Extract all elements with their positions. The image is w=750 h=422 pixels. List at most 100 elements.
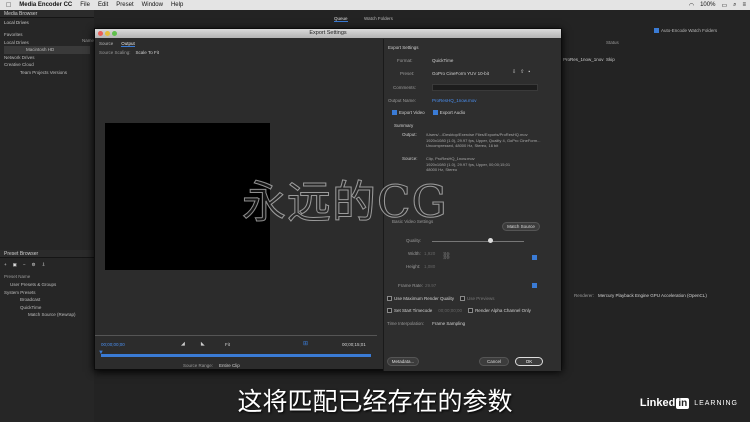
use-previews-label: Use Previews <box>467 296 495 301</box>
menu-file[interactable]: File <box>80 2 90 8</box>
export-settings-header[interactable]: Export Settings <box>388 45 419 50</box>
apple-icon[interactable]:  <box>6 2 11 9</box>
source-summary-label: Source: <box>402 156 418 161</box>
mark-in-icon[interactable]: ◢ <box>181 341 185 347</box>
preset-browser-title: Preset Browser <box>0 250 94 258</box>
start-timecode-checkbox[interactable] <box>387 308 392 314</box>
export-audio-checkbox[interactable] <box>432 110 438 116</box>
playhead-icon[interactable]: ▼ <box>98 350 104 356</box>
tree-network-drives[interactable]: Network Drives <box>4 54 90 62</box>
new-group-icon[interactable]: ▣ <box>13 262 17 268</box>
import-preset-icon[interactable]: ⇧ <box>520 69 524 75</box>
frame-rate-field[interactable]: 29.97 <box>425 283 436 288</box>
tree-macintosh-hd[interactable]: Macintosh HD <box>4 46 90 54</box>
broadcast-item[interactable]: Broadcast <box>4 296 90 304</box>
time-interp-label: Time Interpolation: <box>387 321 425 326</box>
match-source-item[interactable]: Match Source (Rewrap) <box>4 311 90 319</box>
menu-app-name[interactable]: Media Encoder CC <box>19 2 72 8</box>
menu-list-icon[interactable]: ≡ <box>742 2 746 8</box>
use-previews-checkbox[interactable] <box>460 296 466 302</box>
battery-text[interactable]: 100% <box>700 2 715 8</box>
summary-header[interactable]: Summary <box>394 123 413 128</box>
mark-out-icon[interactable]: ◣ <box>201 341 205 347</box>
delete-preset-icon-dialog[interactable]: ▪ <box>528 69 530 75</box>
name-column-header[interactable]: Name <box>82 38 94 43</box>
quicktime-item[interactable]: QuickTime <box>4 304 90 312</box>
battery-icon[interactable]: ▭ <box>721 2 727 9</box>
time-interp-row: Time Interpolation: Frame Sampling <box>387 321 465 326</box>
timecode-row: Set Start Timecode 00;00;00;00 Render Al… <box>387 308 531 314</box>
width-match-checkbox[interactable] <box>532 255 537 260</box>
frame-rate-match-checkbox[interactable] <box>532 283 537 288</box>
tree-local-drives[interactable]: Local Drives <box>4 39 90 47</box>
menu-preset[interactable]: Preset <box>116 2 133 8</box>
tab-queue[interactable]: Queue <box>334 16 348 22</box>
time-interp-dropdown[interactable]: Frame Sampling <box>432 321 465 326</box>
tab-output[interactable]: Output <box>121 41 135 47</box>
crop-icon[interactable]: ⊞ <box>303 340 308 347</box>
timeline-bar[interactable] <box>101 354 371 357</box>
render-alpha-checkbox[interactable] <box>468 308 474 314</box>
export-video-checkbox[interactable] <box>392 110 397 116</box>
start-timecode-field[interactable]: 00;00;00;00 <box>438 308 462 313</box>
metadata-button[interactable]: Metadata... <box>387 357 419 366</box>
zoom-window-icon[interactable] <box>112 31 117 36</box>
preset-dropdown[interactable]: GoPro CineForm YUV 10-bit <box>432 71 489 76</box>
close-window-icon[interactable] <box>98 31 103 36</box>
frame-rate-label: Frame Rate: <box>398 283 424 288</box>
watermark: 永远的CG <box>242 177 448 229</box>
wifi-icon[interactable]: ◠ <box>689 2 694 9</box>
settings-icon[interactable]: ⚙ <box>32 262 36 268</box>
link-chain-icon[interactable]: ⛓ <box>442 252 451 260</box>
system-presets-item[interactable]: System Presets <box>4 289 90 297</box>
quality-label: Quality: <box>406 238 422 243</box>
quality-slider-handle[interactable] <box>488 238 493 243</box>
format-dropdown[interactable]: QuickTime <box>432 58 453 63</box>
user-presets-item[interactable]: User Presets & Groups <box>4 281 90 289</box>
source-scaling-dropdown[interactable]: Scale To Fit <box>136 50 159 55</box>
match-source-button[interactable]: Match Source <box>502 222 540 231</box>
auto-encode-checkbox[interactable] <box>654 28 659 33</box>
output-summary-line: /Users/.../Desktop/Exercise Files/Export… <box>426 132 528 137</box>
tab-watch-folders[interactable]: Watch Folders <box>364 16 393 21</box>
tab-source[interactable]: Source <box>99 41 113 47</box>
queue-item-name[interactable]: ProRes_1now_1nov <box>563 57 604 62</box>
delete-preset-icon[interactable]: − <box>23 262 26 268</box>
render-quality-row: Use Maximum Render Quality Use Previews <box>387 296 495 302</box>
source-scaling-label: Source Scaling: <box>99 50 131 55</box>
spotlight-icon[interactable]: ⌕ <box>733 2 736 9</box>
ok-button[interactable]: OK <box>515 357 543 366</box>
timecode-in[interactable]: 00;00;00;00 <box>101 342 125 347</box>
preset-name-header[interactable]: Preset Name <box>0 272 94 281</box>
status-column-header[interactable]: Status <box>606 40 619 45</box>
cancel-button[interactable]: Cancel <box>479 357 509 366</box>
auto-encode-label: Auto-Encode Watch Folders <box>661 28 718 33</box>
width-field[interactable]: 1,920 <box>424 251 435 256</box>
location-dropdown[interactable]: Local Drives <box>0 18 94 27</box>
dialog-titlebar: Export Settings <box>95 29 561 38</box>
render-alpha-label: Render Alpha Channel Only <box>475 308 531 313</box>
media-browser-title: Media Browser <box>0 10 94 18</box>
logo-in: in <box>676 397 690 409</box>
menu-edit[interactable]: Edit <box>98 2 108 8</box>
preset-label: Preset: <box>400 71 415 76</box>
max-render-checkbox[interactable] <box>387 296 392 302</box>
comments-field[interactable] <box>432 84 538 91</box>
source-range-dropdown[interactable]: Entire Clip <box>219 363 240 368</box>
output-name-link[interactable]: ProResHQ_1now.mov <box>432 98 477 103</box>
tree-favorites[interactable]: Favorites <box>4 31 90 39</box>
minimize-window-icon[interactable] <box>105 31 110 36</box>
fit-dropdown[interactable]: Fit <box>225 342 230 347</box>
import-icon[interactable]: ⇩ <box>42 262 46 268</box>
height-field[interactable]: 1,080 <box>424 264 435 269</box>
menu-window[interactable]: Window <box>142 2 163 8</box>
renderer-dropdown[interactable]: Mercury Playback Engine GPU Acceleration… <box>598 293 707 298</box>
menu-help[interactable]: Help <box>171 2 183 8</box>
max-render-label: Use Maximum Render Quality <box>394 296 455 301</box>
tree-team-projects[interactable]: Team Projects Versions <box>4 69 90 77</box>
tree-creative-cloud[interactable]: Creative Cloud <box>4 61 90 69</box>
add-preset-icon[interactable]: + <box>4 262 7 268</box>
logo-linked: Linked <box>639 397 676 409</box>
quality-slider[interactable] <box>432 241 524 242</box>
save-preset-icon[interactable]: ⇩ <box>512 69 516 75</box>
